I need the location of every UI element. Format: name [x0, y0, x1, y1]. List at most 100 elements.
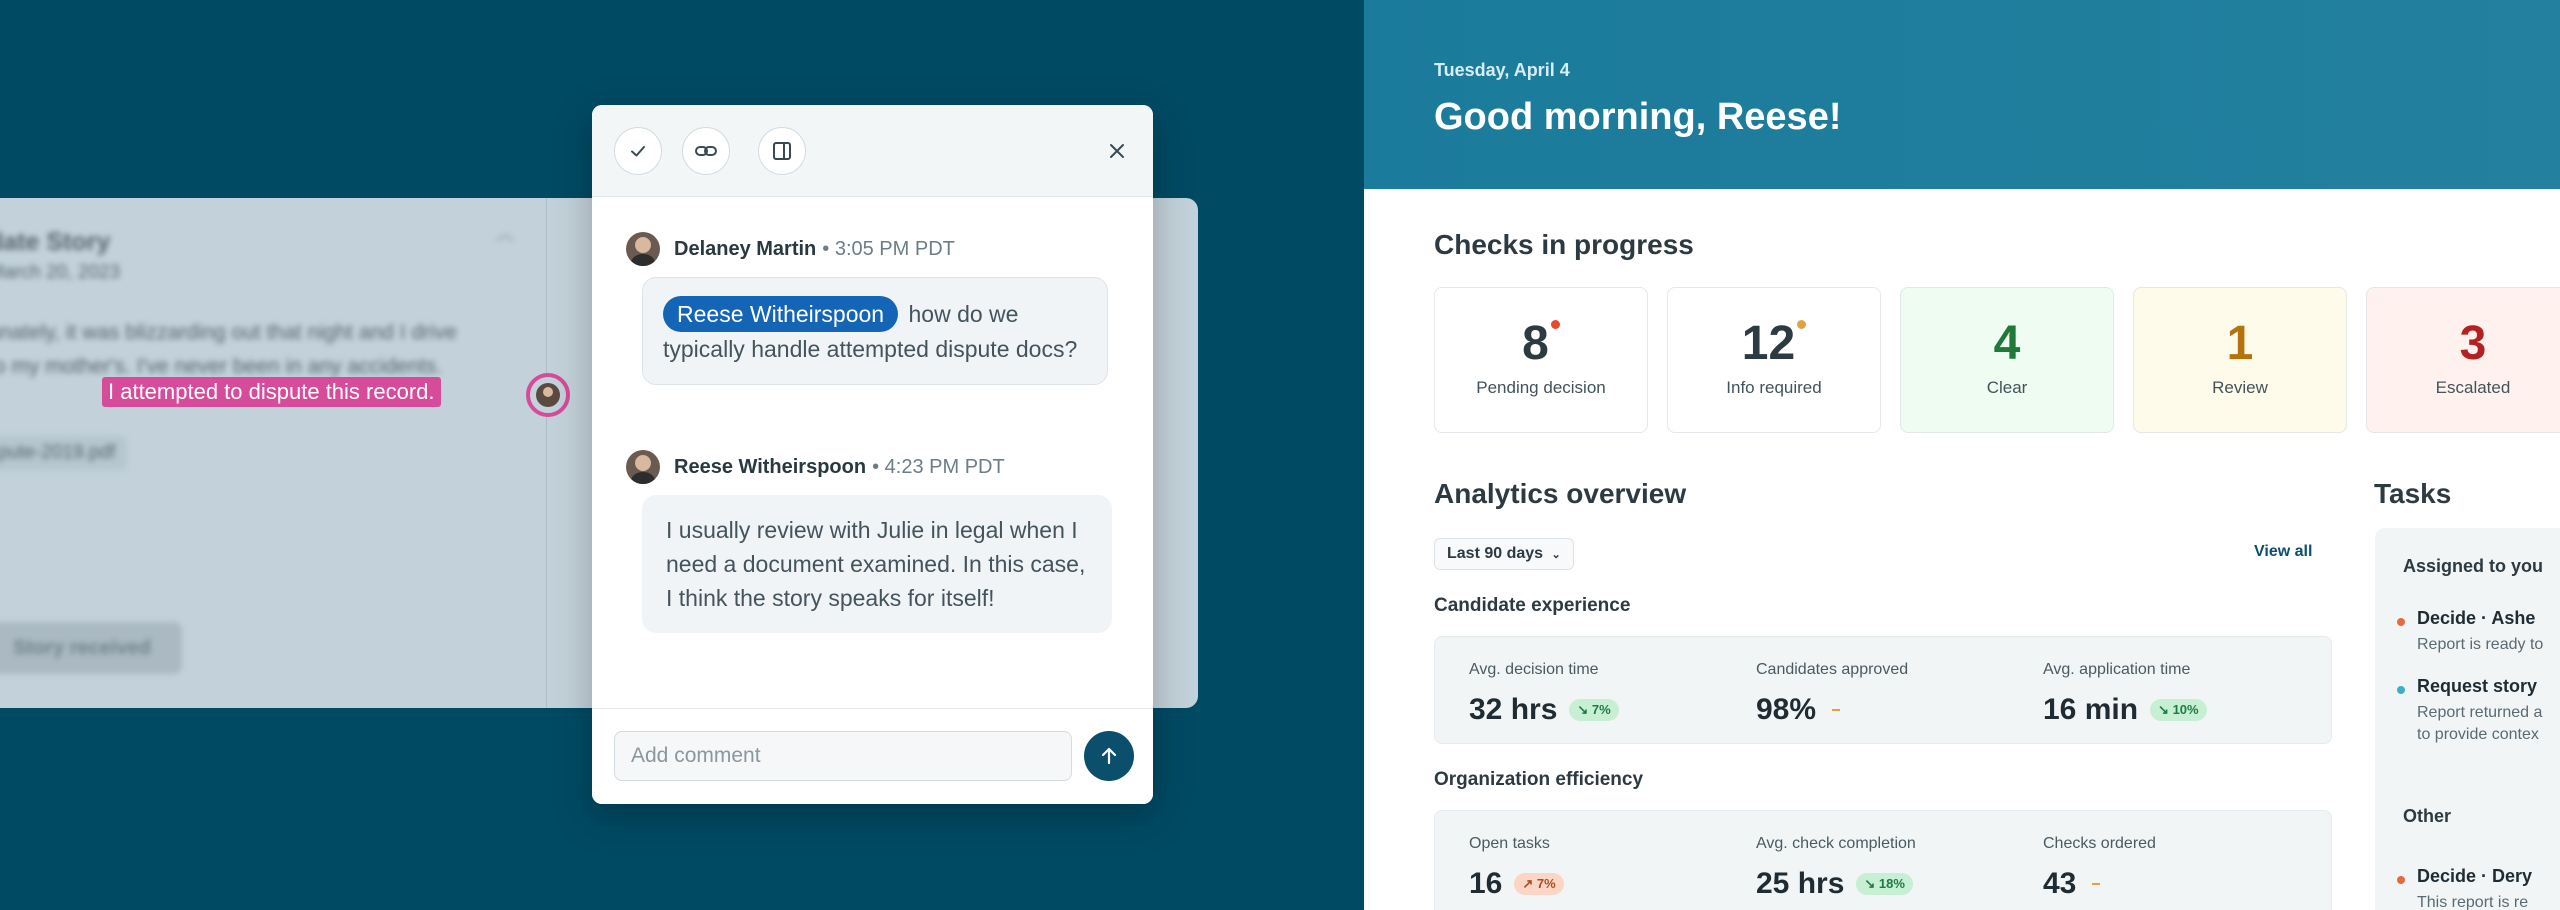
task-desc: Report is ready to	[2417, 636, 2544, 653]
stat-value: 4	[1993, 317, 2021, 370]
metric-value: 25 hrs ↘ 18%	[1756, 867, 1916, 901]
modal-footer	[592, 708, 1153, 804]
avatar	[626, 450, 660, 484]
stat-card-review[interactable]: 1 Review	[2133, 287, 2347, 433]
chevron-up-icon[interactable]: ︿	[496, 220, 514, 246]
trend-down-icon: ↘	[2158, 702, 2169, 717]
story-date: March 20, 2023	[0, 262, 121, 283]
stat-label: Escalated	[2435, 378, 2511, 397]
comment-marker[interactable]	[526, 373, 570, 417]
stat-value: 8	[1435, 316, 1647, 371]
metric-value: 32 hrs ↘ 7%	[1469, 693, 1619, 727]
avatar	[536, 383, 560, 407]
task-status-dot	[2397, 618, 2405, 626]
metric-label: Avg. check completion	[1756, 835, 1916, 852]
toggle-panel-button[interactable]	[758, 127, 806, 175]
metric: Checks ordered 43	[2043, 835, 2156, 901]
metric-label: Checks ordered	[2043, 835, 2156, 852]
trend-flat-icon	[1832, 709, 1841, 711]
stat-label: Info required	[1726, 378, 1822, 397]
comment-time-value: 3:05 PM PDT	[834, 237, 955, 260]
task-desc: to provide contex	[2417, 726, 2539, 743]
task-title: Request story	[2417, 676, 2538, 696]
metric-label: Open tasks	[1469, 835, 1550, 852]
tasks-panel: Assigned to you Decide · Ashe Report is …	[2375, 528, 2560, 910]
chevron-down-icon: ⌄	[1551, 549, 1561, 561]
metric-label: Candidates approved	[1756, 661, 1909, 678]
other-heading: Other	[2403, 806, 2452, 826]
date-range-select[interactable]: Last 90 days ⌄	[1434, 538, 1574, 570]
metric: Avg. decision time 32 hrs ↘ 7%	[1469, 661, 1619, 727]
comment-text: I usually review with Julie in legal whe…	[666, 517, 1086, 611]
mention-chip[interactable]: Reese Witheirspoon	[663, 296, 899, 332]
story-body: unately, it was blizzarding out that nig…	[0, 321, 457, 378]
tasks-title: Tasks	[2374, 478, 2452, 509]
close-button[interactable]	[1099, 133, 1135, 169]
story-received-button[interactable]: Story received	[0, 622, 182, 674]
trend-flat-icon	[2092, 883, 2101, 885]
story-attachment[interactable]: pute-2019.pdf	[0, 436, 128, 470]
comment-author: Reese Witheirspoon	[674, 455, 867, 478]
stat-card-escalated[interactable]: 3 Escalated	[2366, 287, 2560, 433]
close-icon	[1110, 144, 1124, 158]
stat-label: Clear	[1986, 378, 2028, 397]
dashboard: Tuesday, April 4 Good morning, Reese! Ch…	[1364, 0, 2560, 910]
comment-time-value: 4:23 PM PDT	[884, 455, 1005, 478]
metric: Open tasks 16 ↗ 7%	[1469, 835, 1564, 901]
highlighted-text[interactable]: I attempted to dispute this record.	[102, 377, 441, 407]
analytics-title: Analytics overview	[1434, 478, 1687, 509]
trend-up-icon: ↗	[1522, 876, 1534, 891]
stat-card-pending[interactable]: 8 Pending decision	[1434, 287, 1648, 433]
resolve-button[interactable]	[614, 127, 662, 175]
metric: Avg. check completion 25 hrs ↘ 18%	[1756, 835, 1916, 901]
stat-label: Pending decision	[1476, 378, 1606, 397]
view-all-link[interactable]: View all	[2254, 543, 2312, 561]
comment-meta: Delaney Martin • 3:05 PM PDT	[626, 232, 955, 266]
trend-badge: ↘ 18%	[1856, 873, 1913, 895]
copy-link-button[interactable]	[682, 127, 730, 175]
comment-author: Delaney Martin	[674, 237, 817, 260]
metric: Avg. application time 16 min ↘ 10%	[2043, 661, 2207, 727]
metric: Candidates approved 98%	[1756, 661, 1908, 727]
stat-card-info[interactable]: 12 Info required	[1667, 287, 1881, 433]
comment-input[interactable]	[614, 731, 1072, 781]
task-desc: This report is re	[2417, 894, 2529, 910]
date-range-label: Last 90 days	[1447, 545, 1544, 562]
metric-value: 16 ↗ 7%	[1469, 867, 1564, 901]
current-date: Tuesday, April 4	[1434, 60, 1570, 80]
dashboard-header: Tuesday, April 4 Good morning, Reese!	[1364, 0, 2560, 189]
task-desc: Report returned a	[2417, 704, 2543, 721]
task-status-dot	[2397, 876, 2405, 884]
task-title: Decide · Dery	[2417, 866, 2533, 886]
metric-label: Avg. decision time	[1469, 661, 1599, 678]
avatar	[626, 232, 660, 266]
send-button[interactable]	[1084, 731, 1134, 781]
comment-modal: Delaney Martin • 3:05 PM PDT Reese Withe…	[592, 105, 1153, 804]
metric-value: 43	[2043, 867, 2156, 901]
story-content-blurred: date Story March 20, 2023 ︿ unately, it …	[0, 198, 548, 708]
assigned-to-you-heading: Assigned to you	[2403, 556, 2544, 576]
trend-down-icon: ↘	[1577, 702, 1589, 717]
status-dot	[1797, 320, 1807, 329]
trend-badge: ↘ 10%	[2150, 699, 2207, 721]
stat-label: Review	[2212, 378, 2268, 397]
candidate-metrics: Avg. decision time 32 hrs ↘ 7% Candidates…	[1434, 636, 2332, 744]
arrow-up-icon	[1101, 747, 1117, 765]
story-title: date Story	[0, 228, 111, 256]
stat-value: 1	[2226, 317, 2254, 370]
link-icon	[695, 146, 717, 156]
org-metrics: Open tasks 16 ↗ 7% Avg. check completion …	[1434, 810, 2332, 910]
sidebar-icon	[773, 142, 791, 160]
comment-bubble: Reese Witheirspoon how do we typically h…	[642, 277, 1108, 385]
stat-card-clear[interactable]: 4 Clear	[1900, 287, 2114, 433]
story-divider	[546, 198, 547, 708]
trend-down-icon: ↘	[1864, 876, 1876, 891]
trend-badge: ↗ 7%	[1514, 873, 1564, 895]
comment-time: • 4:23 PM PDT	[872, 455, 1005, 478]
greeting: Good morning, Reese!	[1434, 96, 1842, 138]
checks-title: Checks in progress	[1434, 229, 1694, 260]
candidate-experience-title: Candidate experience	[1434, 595, 1631, 616]
stat-value: 12	[1668, 316, 1880, 371]
task-status-dot	[2397, 686, 2405, 694]
organization-efficiency-title: Organization efficiency	[1434, 769, 1644, 790]
